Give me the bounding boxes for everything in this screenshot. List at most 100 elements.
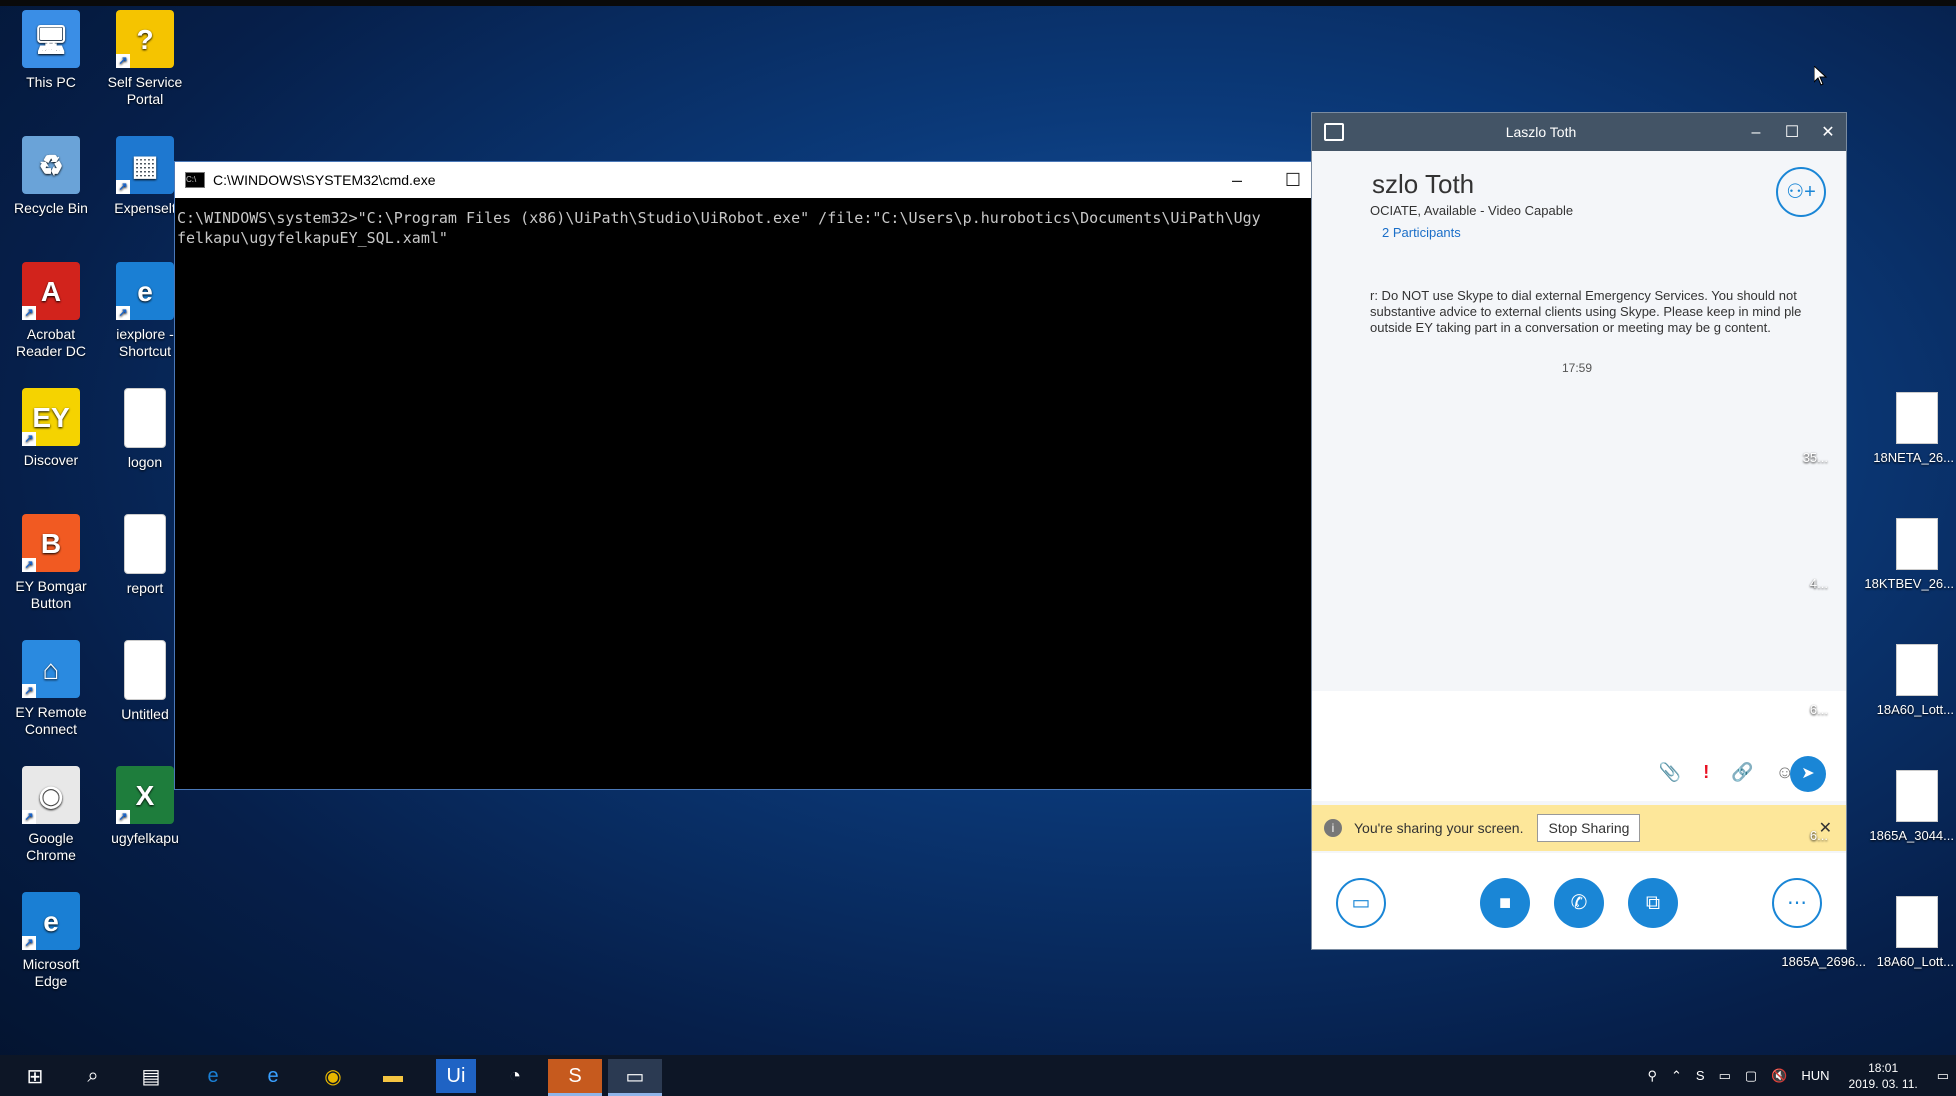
- attach-icon[interactable]: 📎: [1659, 762, 1681, 783]
- file-label: 18NETA_26...: [1873, 450, 1954, 465]
- file-icon[interactable]: [1896, 770, 1938, 822]
- notifications-icon[interactable]: ▭: [1937, 1068, 1949, 1084]
- message-input[interactable]: [1312, 691, 1846, 801]
- cursor-arrow-icon: [1813, 64, 1828, 86]
- contact-status: OCIATE, Available - Video Capable: [1370, 203, 1574, 218]
- disclaimer-message: r: Do NOT use Skype to dial external Eme…: [1370, 288, 1802, 335]
- file-icon[interactable]: [1896, 392, 1938, 444]
- send-button[interactable]: ➤: [1790, 756, 1826, 792]
- clock-time: 18:01: [1868, 1060, 1899, 1075]
- start-button[interactable]: ⊞: [8, 1059, 62, 1093]
- shortcut-arrow-icon: ↗: [116, 306, 130, 320]
- file-label: 18KTBEV_26...: [1864, 576, 1954, 591]
- app-icon: ? ↗: [116, 10, 174, 68]
- file-label: 18A60_Lott...: [1876, 954, 1954, 969]
- people-icon[interactable]: ⚲: [1647, 1068, 1657, 1084]
- app-icon: [124, 514, 166, 574]
- desktop-icon[interactable]: ? ↗ Self Service Portal: [100, 10, 190, 108]
- skype-title: Laszlo Toth: [1505, 124, 1577, 140]
- cmd-icon: C:\: [185, 172, 205, 188]
- ie-taskbar-icon[interactable]: e: [246, 1059, 300, 1093]
- shortcut-arrow-icon: ↗: [22, 306, 36, 320]
- desktop-icon[interactable]: EY ↗ Discover: [6, 388, 96, 469]
- app-icon: [124, 388, 166, 448]
- file-icon[interactable]: [1896, 896, 1938, 948]
- desktop-icon-label: Recycle Bin: [14, 200, 88, 216]
- app-icon: 🖥: [22, 10, 80, 68]
- app-icon: X ↗: [116, 766, 174, 824]
- add-people-icon[interactable]: ⚇+: [1776, 167, 1826, 217]
- desktop-icon[interactable]: 🖥 This PC: [6, 10, 96, 91]
- desktop-icon[interactable]: A ↗ Acrobat Reader DC: [6, 262, 96, 360]
- chat-toggle-icon[interactable]: ▭: [1336, 878, 1386, 928]
- desktop-icon-label: ugyfelkapu: [111, 830, 179, 846]
- cmd-window[interactable]: C:\ C:\WINDOWS\SYSTEM32\cmd.exe – ☐ ✕ C:…: [174, 161, 1378, 790]
- shortcut-arrow-icon: ↗: [116, 810, 130, 824]
- chrome-taskbar-icon[interactable]: ◉: [306, 1059, 360, 1093]
- shortcut-arrow-icon: ↗: [22, 684, 36, 698]
- importance-icon[interactable]: !: [1703, 762, 1709, 783]
- contact-name: szlo Toth: [1372, 169, 1475, 199]
- desktop-icon-label: Acrobat Reader DC: [15, 326, 87, 359]
- app-icon: A ↗: [22, 262, 80, 320]
- desktop-icon[interactable]: ◉ ↗ Google Chrome: [6, 766, 96, 864]
- file-icon[interactable]: [1896, 518, 1938, 570]
- minimize-button[interactable]: –: [1738, 124, 1774, 142]
- desktop-icon[interactable]: e ↗ Microsoft Edge: [6, 892, 96, 990]
- search-icon[interactable]: ⌕: [66, 1059, 120, 1093]
- cmd-titlebar[interactable]: C:\ C:\WINDOWS\SYSTEM32\cmd.exe – ☐ ✕: [175, 162, 1377, 198]
- system-tray: ⚲ ⌃ S ▭ ▢ 🔇 HUN 18:01 2019. 03. 11. ▭: [1640, 1055, 1956, 1096]
- link-icon[interactable]: 🔗: [1731, 762, 1753, 783]
- file-icon[interactable]: [1896, 644, 1938, 696]
- sharing-text: You're sharing your screen.: [1354, 820, 1524, 836]
- file-label: 6...: [1809, 702, 1828, 717]
- app-icon: [124, 640, 166, 700]
- maximize-button[interactable]: ☐: [1774, 122, 1810, 142]
- app-icon: B ↗: [22, 514, 80, 572]
- network-icon[interactable]: ▭: [1719, 1068, 1731, 1084]
- desktop-icon[interactable]: ⌂ ↗ EY Remote Connect: [6, 640, 96, 738]
- file-label: 35...: [1802, 450, 1828, 465]
- uipath-taskbar-icon[interactable]: Ui: [436, 1059, 476, 1093]
- skype-titlebar[interactable]: Laszlo Toth – ☐ ✕: [1312, 113, 1846, 151]
- shortcut-arrow-icon: ↗: [116, 180, 130, 194]
- clock-app-icon[interactable]: ◔: [488, 1059, 542, 1093]
- clock[interactable]: 18:01 2019. 03. 11.: [1849, 1060, 1918, 1092]
- cmd-console-output[interactable]: C:\WINDOWS\system32>"C:\Program Files (x…: [175, 198, 1357, 789]
- volume-muted-icon[interactable]: 🔇: [1771, 1068, 1787, 1084]
- desktop-icon-label: Google Chrome: [26, 830, 76, 863]
- taskbar: ⊞ ⌕ ▤ e e ◉ ▬ Ui ◔ S ▭ ⚲ ⌃ S ▭ ▢ 🔇 HUN 1…: [0, 1055, 1956, 1096]
- chevron-up-icon[interactable]: ⌃: [1671, 1068, 1682, 1084]
- shortcut-arrow-icon: ↗: [22, 558, 36, 572]
- compose-toolbar: 📎 ! 🔗 ☺: [1659, 762, 1794, 783]
- minimize-button[interactable]: –: [1209, 170, 1265, 191]
- participants-link[interactable]: 2 Participants: [1382, 225, 1461, 240]
- shortcut-arrow-icon: ↗: [22, 936, 36, 950]
- chat-icon: [1324, 123, 1344, 141]
- app-icon: ⌂ ↗: [22, 640, 80, 698]
- file-explorer-icon[interactable]: ▬: [366, 1059, 420, 1093]
- app-icon: ♻: [22, 136, 80, 194]
- edge-taskbar-icon[interactable]: e: [186, 1059, 240, 1093]
- desktop-icon[interactable]: B ↗ EY Bomgar Button: [6, 514, 96, 612]
- stop-sharing-button[interactable]: Stop Sharing: [1537, 814, 1641, 842]
- cmd-line: C:\WINDOWS\system32>"C:\Program Files (x…: [177, 209, 1261, 227]
- task-view-icon[interactable]: ▤: [124, 1059, 178, 1093]
- skype-tray-icon[interactable]: S: [1696, 1068, 1705, 1083]
- language-indicator[interactable]: HUN: [1801, 1068, 1829, 1083]
- share-screen-icon[interactable]: ⧉: [1628, 878, 1678, 928]
- skype-taskbar-icon[interactable]: S: [548, 1059, 602, 1096]
- desktop-icon-label: Self Service Portal: [107, 74, 183, 107]
- cmd-line: felkapu\ugyfelkapuEY_SQL.xaml": [177, 229, 448, 247]
- cmd-taskbar-icon[interactable]: ▭: [608, 1059, 662, 1096]
- desktop-icon[interactable]: ♻ Recycle Bin: [6, 136, 96, 217]
- more-options-icon[interactable]: ⋯: [1772, 878, 1822, 928]
- display-icon[interactable]: ▢: [1745, 1068, 1757, 1084]
- app-icon: ◉ ↗: [22, 766, 80, 824]
- skype-conversation-window[interactable]: Laszlo Toth – ☐ ✕ szlo Toth OCIATE, Availa…: [1311, 112, 1847, 950]
- close-button[interactable]: ✕: [1810, 122, 1846, 142]
- file-label: 4...: [1809, 576, 1828, 591]
- phone-call-icon[interactable]: ✆: [1554, 878, 1604, 928]
- video-call-icon[interactable]: ■: [1480, 878, 1530, 928]
- file-label: 6...: [1809, 828, 1828, 843]
